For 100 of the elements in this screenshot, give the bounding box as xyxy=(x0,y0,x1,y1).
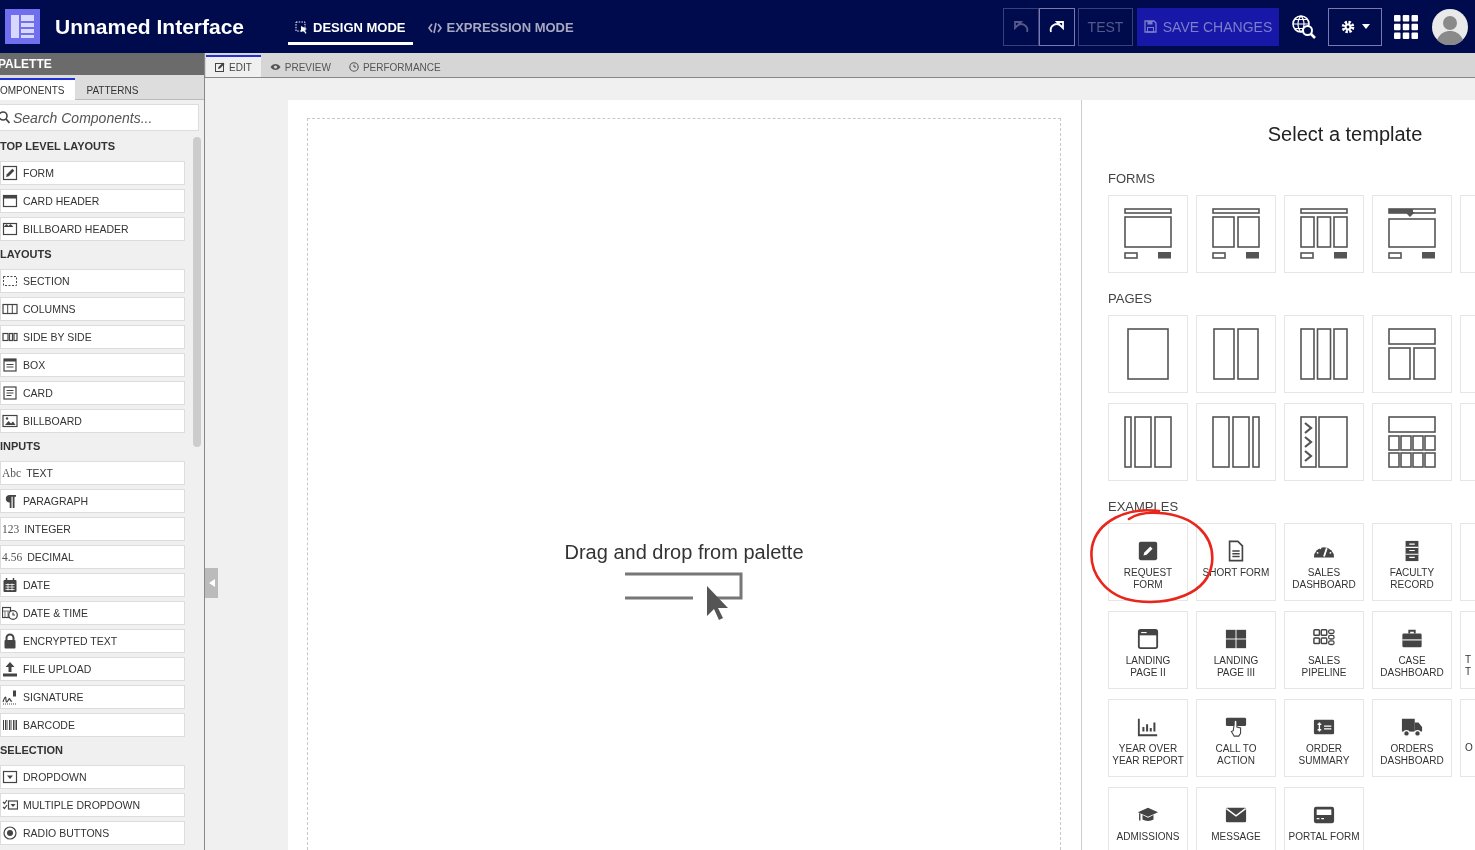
layout-template[interactable] xyxy=(1196,315,1276,393)
layout-template[interactable] xyxy=(1196,403,1276,481)
palette-item[interactable]: FILE UPLOAD xyxy=(0,657,185,681)
layout-drawing xyxy=(1211,415,1261,469)
example-template[interactable]: ORDER SUMMARY xyxy=(1284,699,1364,777)
palette-item[interactable]: SIGNATURE xyxy=(0,685,185,709)
editor-tab[interactable]: PREVIEW xyxy=(260,55,340,77)
search-field[interactable]: Search Components... xyxy=(0,104,199,131)
layout-template[interactable] xyxy=(1108,315,1188,393)
group-heading: SELECTION xyxy=(0,743,64,758)
example-template[interactable]: CASE DASHBOARD xyxy=(1372,611,1452,689)
search-icon xyxy=(0,111,10,124)
example-template[interactable]: MESSAGE xyxy=(1196,787,1276,850)
palette-item[interactable]: CARD xyxy=(0,381,185,405)
user-avatar[interactable] xyxy=(1432,8,1468,45)
palette-item[interactable]: 4.56 DECIMAL xyxy=(0,545,185,569)
checklist-dropdown-icon xyxy=(2,797,18,813)
example-template[interactable]: YEAR OVER YEAR REPORT xyxy=(1108,699,1188,777)
group-heading: TOP LEVEL LAYOUTS xyxy=(0,139,117,154)
drop-canvas[interactable]: Drag and drop from palette xyxy=(307,118,1061,850)
palette-item[interactable]: PARAGRAPH xyxy=(0,489,185,513)
palette-item[interactable]: RADIO BUTTONS xyxy=(0,821,185,845)
palette-tab[interactable]: OMPONENTS xyxy=(0,78,76,100)
section-heading: PAGES xyxy=(1108,291,1153,306)
mode-tab[interactable]: DESIGN MODE xyxy=(288,14,413,45)
palette-item[interactable]: FORM xyxy=(0,161,185,185)
type-glyph: 123 xyxy=(2,523,20,535)
mode-tab[interactable]: EXPRESSION MODE xyxy=(420,14,581,45)
example-template[interactable]: FACULTY RECORD xyxy=(1372,523,1452,601)
editor-tab[interactable]: EDIT xyxy=(206,55,261,77)
example-template[interactable]: SALES PIPELINE xyxy=(1284,611,1364,689)
pointer-hand-icon xyxy=(1225,716,1247,738)
layout-drawing xyxy=(1299,327,1349,381)
palette-item[interactable]: BILLBOARD HEADER xyxy=(0,217,185,241)
globe-search-icon[interactable] xyxy=(1291,13,1317,40)
signature-icon xyxy=(2,689,18,705)
template-label: ADMISSIONS xyxy=(1116,831,1180,843)
app-grid-icon[interactable] xyxy=(1394,14,1418,39)
redo-button[interactable] xyxy=(1039,7,1075,46)
undo-icon xyxy=(1013,20,1029,33)
editor-tab[interactable]: PERFORMANCE xyxy=(339,55,450,77)
example-template[interactable]: ORDERS DASHBOARD xyxy=(1372,699,1452,777)
layout-template[interactable] xyxy=(1284,315,1364,393)
panel-title: Select a template xyxy=(1266,123,1424,146)
dashed-square-icon xyxy=(2,273,18,289)
palette-tab[interactable]: PATTERNS xyxy=(75,78,150,100)
palette-item[interactable]: BOX xyxy=(0,353,185,377)
collapse-handle[interactable] xyxy=(205,568,218,598)
example-template[interactable]: T T xyxy=(1460,611,1475,689)
caret-icon xyxy=(208,579,215,587)
layout-template[interactable] xyxy=(1372,195,1452,273)
calendar-clock-icon xyxy=(2,605,18,621)
section-heading: FORMS xyxy=(1108,171,1156,186)
scrollbar[interactable] xyxy=(193,137,201,447)
layout-template[interactable] xyxy=(1284,195,1364,273)
palette-item[interactable]: DROPDOWN xyxy=(0,765,185,789)
layout-template[interactable] xyxy=(1372,315,1452,393)
layout-drawing xyxy=(1123,415,1173,469)
example-template[interactable]: O xyxy=(1460,699,1475,777)
layout-template[interactable] xyxy=(1196,195,1276,273)
template-label: CALL TO ACTION xyxy=(1215,743,1257,767)
bar-chart-icon xyxy=(1137,716,1159,738)
palette-item[interactable]: DATE & TIME xyxy=(0,601,185,625)
palette-item[interactable]: BARCODE xyxy=(0,713,185,737)
layout-template[interactable] xyxy=(1372,403,1452,481)
example-template[interactable]: REQUEST FORM xyxy=(1108,523,1188,601)
palette-item[interactable]: SIDE BY SIDE xyxy=(0,325,185,349)
columns-icon xyxy=(2,301,18,317)
briefcase-icon xyxy=(1401,628,1423,650)
layout-drawing xyxy=(1299,207,1349,261)
example-template[interactable]: PORTAL FORM xyxy=(1284,787,1364,850)
settings-button[interactable] xyxy=(1328,7,1382,46)
template-label: SALES PIPELINE xyxy=(1301,655,1347,679)
layout-template[interactable] xyxy=(1108,403,1188,481)
upload-icon xyxy=(2,661,18,677)
palette-item[interactable]: Abc TEXT xyxy=(0,461,185,485)
code-icon xyxy=(427,21,442,34)
app-logo-icon xyxy=(5,9,40,44)
example-template[interactable]: SALES DASHBOARD xyxy=(1284,523,1364,601)
drop-hint: Drag and drop from palette xyxy=(564,541,804,564)
window-icon xyxy=(2,193,18,209)
palette-item[interactable]: SECTION xyxy=(0,269,185,293)
example-template[interactable]: LANDING PAGE II xyxy=(1108,611,1188,689)
palette-item[interactable]: ENCRYPTED TEXT xyxy=(0,629,185,653)
truck-icon xyxy=(1401,716,1423,738)
example-template[interactable]: LANDING PAGE III xyxy=(1196,611,1276,689)
layout-drawing xyxy=(1211,327,1261,381)
example-template[interactable]: ADMISSIONS xyxy=(1108,787,1188,850)
palette-item[interactable]: MULTIPLE DROPDOWN xyxy=(0,793,185,817)
palette-item[interactable]: DATE xyxy=(0,573,185,597)
palette-item[interactable]: 123 INTEGER xyxy=(0,517,185,541)
palette-item[interactable]: CARD HEADER xyxy=(0,189,185,213)
image-window-icon xyxy=(2,221,18,237)
palette-item[interactable]: COLUMNS xyxy=(0,297,185,321)
palette-item[interactable]: BILLBOARD xyxy=(0,409,185,433)
layout-template[interactable] xyxy=(1108,195,1188,273)
template-label: T T xyxy=(1465,654,1472,678)
layout-template[interactable] xyxy=(1284,403,1364,481)
example-template[interactable]: CALL TO ACTION xyxy=(1196,699,1276,777)
group-heading: INPUTS xyxy=(0,439,42,454)
